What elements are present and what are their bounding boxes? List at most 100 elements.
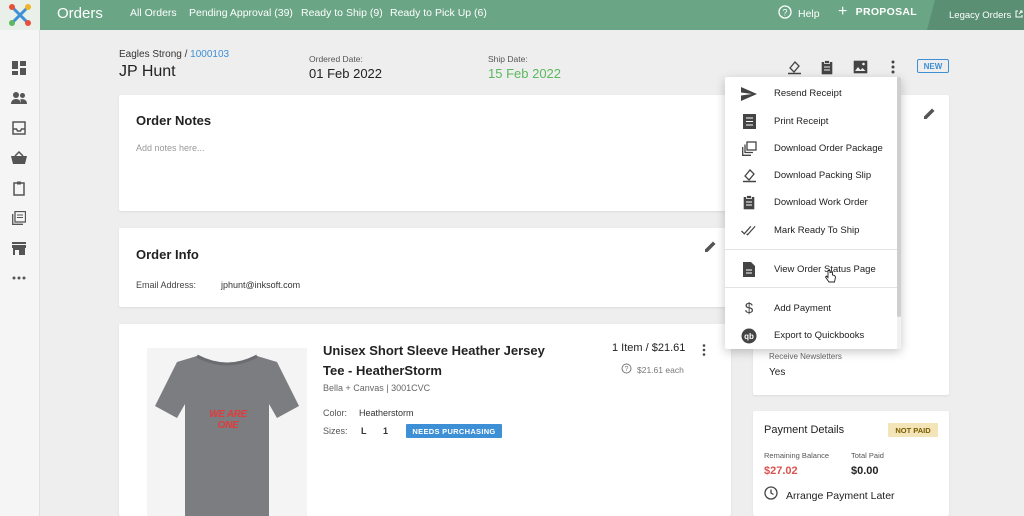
clock-icon <box>764 486 778 505</box>
purchasing-status-badge: NEEDS PURCHASING <box>406 424 502 438</box>
more-vert-icon[interactable] <box>885 59 901 75</box>
svg-text:?: ? <box>625 366 629 373</box>
product-brand: Bella + Canvas | 3001CVC <box>323 383 431 393</box>
sizes-label: Sizes: <box>323 426 348 436</box>
image-icon[interactable] <box>852 59 868 75</box>
size-value: L <box>361 426 367 436</box>
order-actions-menu: Resend Receipt Print Receipt Download Or… <box>725 77 901 349</box>
dollar-icon: $ <box>744 300 754 317</box>
tab-ready-to-pick-up[interactable]: Ready to Pick Up (6) <box>390 7 487 19</box>
tab-all-orders[interactable]: All Orders <box>130 7 177 19</box>
menu-item-print-receipt[interactable]: Print Receipt <box>725 108 901 135</box>
help-button[interactable]: ? Help <box>778 5 820 22</box>
arrange-payment-later[interactable]: Arrange Payment Later <box>764 486 895 505</box>
work-order-icon[interactable] <box>819 59 835 75</box>
remaining-balance-label: Remaining Balance <box>764 451 830 460</box>
dashboard-icon[interactable] <box>11 60 27 76</box>
package-icon <box>741 141 757 157</box>
app-logo[interactable] <box>0 0 40 30</box>
double-check-icon <box>741 223 757 239</box>
status-badge: NEW <box>917 59 949 73</box>
newsletter-label: Receive Newsletters <box>769 352 842 361</box>
arrange-payment-label: Arrange Payment Later <box>786 489 895 502</box>
shirt-print-text: WE ARE ONE <box>209 409 247 431</box>
clipboard-icon[interactable] <box>11 180 27 196</box>
legacy-orders-link[interactable]: Legacy Orders <box>927 0 1024 30</box>
menu-item-label: Export to Quickbooks <box>774 330 865 341</box>
edit-customer-icon[interactable] <box>923 107 936 125</box>
product-image: WE ARE ONE <box>147 348 307 516</box>
menu-item-label: Add Payment <box>774 303 832 314</box>
info-icon: ? <box>621 361 632 379</box>
order-info-title: Order Info <box>136 247 199 262</box>
notes-input[interactable]: Add notes here... <box>136 143 205 153</box>
help-icon: ? <box>778 5 792 22</box>
ship-date: 15 Feb 2022 <box>488 66 562 81</box>
more-icon[interactable] <box>11 270 27 286</box>
size-quantity: 1 <box>383 426 389 436</box>
menu-item-label: Download Packing Slip <box>774 170 872 181</box>
remaining-balance: $27.02 <box>764 465 798 477</box>
order-notes-card: Order Notes Add notes here... <box>119 95 731 211</box>
menu-item-download-packing-slip[interactable]: Download Packing Slip <box>725 162 901 189</box>
svg-text:?: ? <box>782 7 787 17</box>
plus-icon: + <box>838 3 848 20</box>
quickbooks-icon: qb <box>741 328 757 344</box>
receipt-icon <box>741 114 757 130</box>
color-value: Heatherstorm <box>359 408 414 418</box>
library-icon[interactable] <box>11 210 27 226</box>
total-paid-label: Total Paid <box>851 451 884 460</box>
proposal-button[interactable]: + PROPOSAL <box>838 3 917 20</box>
help-label: Help <box>798 7 820 20</box>
menu-item-label: Download Order Package <box>774 143 883 154</box>
menu-item-export-to-quickbooks[interactable]: qb Export to Quickbooks <box>725 322 901 349</box>
store-icon[interactable] <box>11 240 27 256</box>
item-qty-price: 1 Item / $21.61 <box>612 342 686 354</box>
ordered-date-label: Ordered Date: <box>309 54 363 64</box>
legacy-orders-label: Legacy Orders <box>949 9 1012 21</box>
basket-icon[interactable] <box>11 150 27 166</box>
menu-item-label: Download Work Order <box>774 197 868 208</box>
payment-status-badge: NOT PAID <box>888 423 938 437</box>
external-link-icon <box>1015 10 1023 21</box>
menu-item-download-work-order[interactable]: Download Work Order <box>725 189 901 216</box>
tab-ready-to-ship[interactable]: Ready to Ship (9) <box>301 7 383 19</box>
payment-title: Payment Details <box>764 424 845 436</box>
page-title: Orders <box>57 5 103 22</box>
ship-date-label: Ship Date: <box>488 54 528 64</box>
breadcrumb: Eagles Strong / 1000103 <box>119 49 230 60</box>
menu-item-resend-receipt[interactable]: Resend Receipt <box>725 80 901 107</box>
send-icon <box>741 86 757 102</box>
people-icon[interactable] <box>11 90 27 106</box>
packing-slip-icon[interactable] <box>786 59 802 75</box>
product-menu-icon[interactable] <box>702 343 706 361</box>
menu-item-view-order-status-page[interactable]: View Order Status Page <box>725 256 901 283</box>
newsletter-value: Yes <box>769 367 786 378</box>
svg-text:qb: qb <box>744 332 754 341</box>
menu-item-label: Print Receipt <box>774 116 829 127</box>
email-label: Email Address: <box>136 280 197 290</box>
menu-divider <box>725 249 901 250</box>
total-paid: $0.00 <box>851 465 879 477</box>
left-sidebar <box>0 30 40 516</box>
packing-slip-icon <box>741 168 757 184</box>
each-price: $21.61 each <box>637 365 684 375</box>
inbox-icon[interactable] <box>11 120 27 136</box>
menu-item-download-order-package[interactable]: Download Order Package <box>725 135 901 162</box>
edit-icon[interactable] <box>704 240 717 258</box>
menu-divider <box>725 287 901 288</box>
customer-name: JP Hunt <box>119 63 176 80</box>
menu-item-mark-ready-to-ship[interactable]: Mark Ready To Ship <box>725 217 901 244</box>
tab-pending-approval[interactable]: Pending Approval (39) <box>189 7 293 19</box>
ordered-date: 01 Feb 2022 <box>309 66 383 81</box>
document-icon <box>741 262 757 278</box>
menu-scrollbar[interactable] <box>897 77 901 349</box>
menu-item-add-payment[interactable]: $ Add Payment <box>725 295 901 322</box>
menu-item-label: Resend Receipt <box>774 88 842 99</box>
top-bar: Orders All Orders Pending Approval (39) … <box>0 0 1024 30</box>
proposal-label: PROPOSAL <box>855 6 917 18</box>
store-name: Eagles Strong <box>119 49 182 60</box>
menu-scrollbar-thumb[interactable] <box>897 77 901 317</box>
order-number-link[interactable]: 1000103 <box>190 49 229 60</box>
clipboard-icon <box>741 195 757 211</box>
